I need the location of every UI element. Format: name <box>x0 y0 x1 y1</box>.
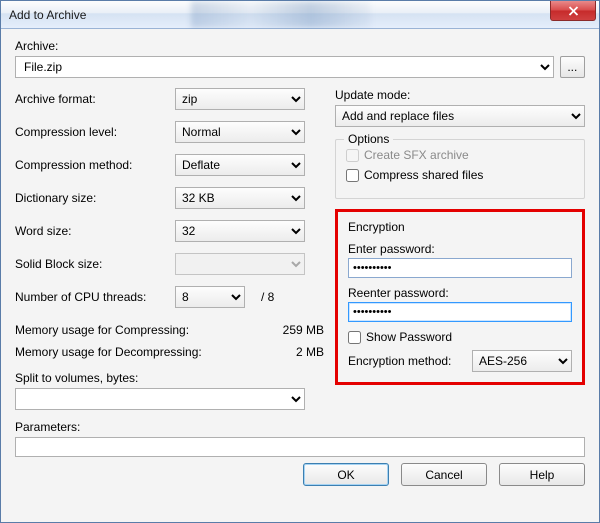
left-column: Archive format: zip Compression level: N… <box>15 88 325 410</box>
close-button[interactable] <box>550 1 596 21</box>
encryption-method-select[interactable]: AES-256 <box>472 350 572 372</box>
parameters-label: Parameters: <box>15 420 585 434</box>
reenter-password-input[interactable] <box>348 302 572 322</box>
compress-shared-label: Compress shared files <box>364 168 483 182</box>
right-column: Update mode: Add and replace files Optio… <box>335 88 585 410</box>
show-password-checkbox[interactable] <box>348 331 361 344</box>
solid-block-select <box>175 253 305 275</box>
dialog-content: Archive: File.zip ... Archive format: zi… <box>1 29 599 522</box>
window-title: Add to Archive <box>9 8 86 22</box>
split-volumes-combo[interactable] <box>15 388 305 410</box>
word-size-label: Word size: <box>15 224 175 238</box>
sfx-label: Create SFX archive <box>364 148 469 162</box>
dialog-window: Add to Archive Archive: File.zip ... Arc… <box>0 0 600 523</box>
titlebar: Add to Archive <box>1 1 599 29</box>
compression-level-label: Compression level: <box>15 125 175 139</box>
encryption-method-label: Encryption method: <box>348 354 472 368</box>
cpu-threads-label: Number of CPU threads: <box>15 290 175 304</box>
titlebar-decoration <box>191 1 371 28</box>
cancel-button[interactable]: Cancel <box>401 463 487 486</box>
mem-decompress-value: 2 MB <box>265 345 325 359</box>
enter-password-label: Enter password: <box>348 242 572 256</box>
archive-format-label: Archive format: <box>15 92 175 106</box>
mem-compress-label: Memory usage for Compressing: <box>15 323 265 337</box>
split-volumes-label: Split to volumes, bytes: <box>15 371 325 385</box>
archive-format-select[interactable]: zip <box>175 88 305 110</box>
compress-shared-checkbox[interactable] <box>346 169 359 182</box>
compression-method-select[interactable]: Deflate <box>175 154 305 176</box>
mem-decompress-label: Memory usage for Decompressing: <box>15 345 265 359</box>
dictionary-size-select[interactable]: 32 KB <box>175 187 305 209</box>
close-icon <box>568 6 579 16</box>
browse-button[interactable]: ... <box>560 56 585 78</box>
update-mode-label: Update mode: <box>335 88 585 102</box>
mem-compress-value: 259 MB <box>265 323 325 337</box>
compression-level-select[interactable]: Normal <box>175 121 305 143</box>
word-size-select[interactable]: 32 <box>175 220 305 242</box>
parameters-input[interactable] <box>15 437 585 457</box>
dictionary-size-label: Dictionary size: <box>15 191 175 205</box>
archive-label: Archive: <box>15 39 585 53</box>
encryption-title: Encryption <box>348 220 572 234</box>
options-group: Options Create SFX archive Compress shar… <box>335 139 585 199</box>
encryption-highlight: Encryption Enter password: Reenter passw… <box>335 209 585 385</box>
show-password-label: Show Password <box>366 330 452 344</box>
options-title: Options <box>344 132 393 146</box>
compression-method-label: Compression method: <box>15 158 175 172</box>
cpu-threads-select[interactable]: 8 <box>175 286 245 308</box>
reenter-password-label: Reenter password: <box>348 286 572 300</box>
button-bar: OK Cancel Help <box>15 457 585 488</box>
update-mode-select[interactable]: Add and replace files <box>335 105 585 127</box>
cpu-threads-total: / 8 <box>261 290 274 304</box>
ok-button[interactable]: OK <box>303 463 389 486</box>
help-button[interactable]: Help <box>499 463 585 486</box>
solid-block-label: Solid Block size: <box>15 257 175 271</box>
archive-path-combo[interactable]: File.zip <box>15 56 554 78</box>
enter-password-input[interactable] <box>348 258 572 278</box>
sfx-checkbox <box>346 149 359 162</box>
